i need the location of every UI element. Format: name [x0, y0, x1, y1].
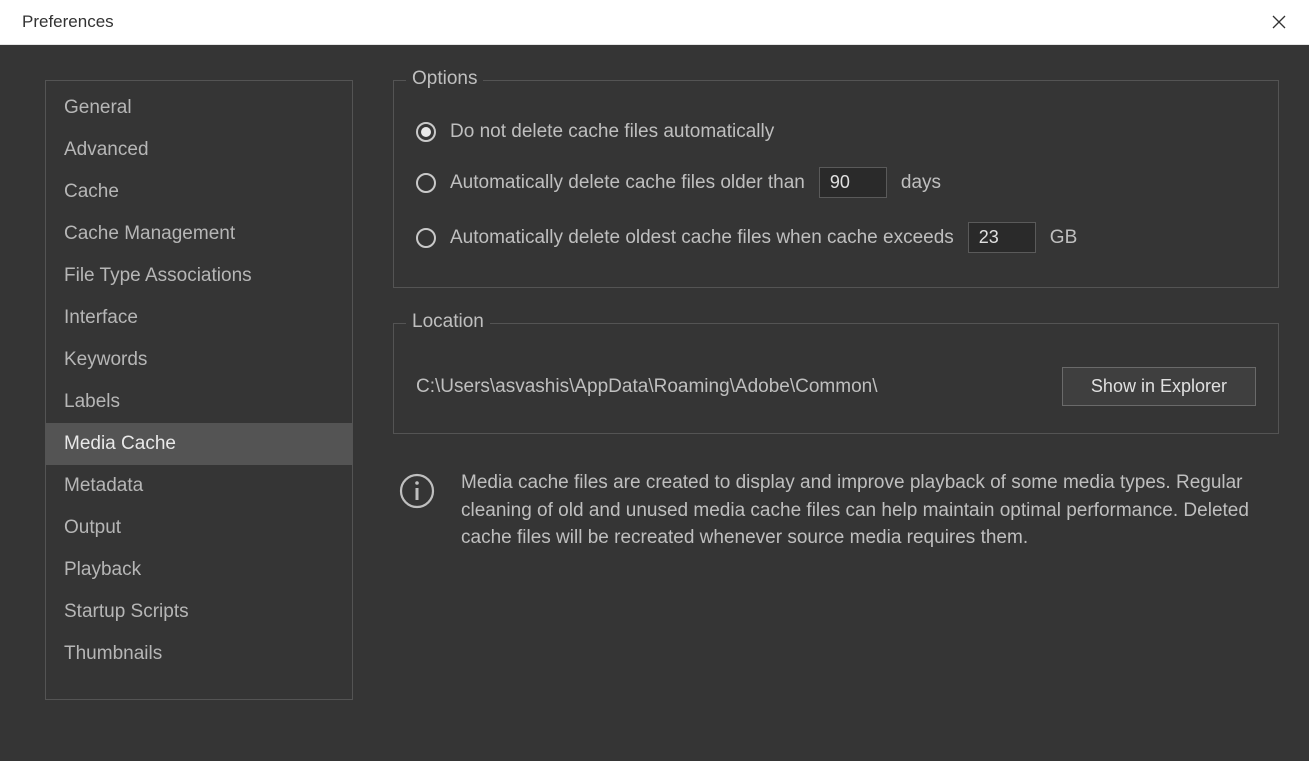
radio-do-not-delete[interactable]: [416, 122, 436, 142]
close-icon: [1272, 15, 1286, 29]
radio-delete-when-exceeds[interactable]: [416, 228, 436, 248]
sidebar-item-playback[interactable]: Playback: [46, 549, 352, 591]
sidebar-item-general[interactable]: General: [46, 87, 352, 129]
sidebar-item-cache[interactable]: Cache: [46, 171, 352, 213]
sidebar-item-cache-management[interactable]: Cache Management: [46, 213, 352, 255]
option-delete-when-exceeds: Automatically delete oldest cache files …: [416, 210, 1256, 265]
show-in-explorer-button[interactable]: Show in Explorer: [1062, 367, 1256, 406]
options-group: Options Do not delete cache files automa…: [393, 80, 1279, 288]
info-text: Media cache files are created to display…: [461, 469, 1273, 552]
location-row: C:\Users\asvashis\AppData\Roaming\Adobe\…: [416, 352, 1256, 411]
location-group-title: Location: [406, 311, 490, 333]
option-delete-older-than: Automatically delete cache files older t…: [416, 155, 1256, 210]
days-input[interactable]: [819, 167, 887, 198]
media-cache-panel: Options Do not delete cache files automa…: [393, 80, 1279, 731]
preferences-dialog: Preferences General Advanced Cache Cache…: [0, 0, 1309, 761]
sidebar-item-startup-scripts[interactable]: Startup Scripts: [46, 591, 352, 633]
option-label: Automatically delete oldest cache files …: [450, 227, 954, 249]
content-area: General Advanced Cache Cache Management …: [0, 45, 1309, 761]
sidebar-item-media-cache[interactable]: Media Cache: [46, 423, 352, 465]
option-do-not-delete: Do not delete cache files automatically: [416, 109, 1256, 155]
window-title: Preferences: [22, 12, 114, 32]
sidebar-item-file-type-associations[interactable]: File Type Associations: [46, 255, 352, 297]
close-button[interactable]: [1259, 2, 1299, 42]
days-unit: days: [901, 172, 941, 194]
sidebar-item-metadata[interactable]: Metadata: [46, 465, 352, 507]
radio-delete-older-than[interactable]: [416, 173, 436, 193]
gb-unit: GB: [1050, 227, 1077, 249]
info-section: Media cache files are created to display…: [393, 469, 1279, 552]
sidebar-item-labels[interactable]: Labels: [46, 381, 352, 423]
titlebar: Preferences: [0, 0, 1309, 45]
info-icon: [399, 473, 435, 509]
cache-location-path: C:\Users\asvashis\AppData\Roaming\Adobe\…: [416, 376, 877, 398]
preferences-sidebar: General Advanced Cache Cache Management …: [45, 80, 353, 700]
option-label: Automatically delete cache files older t…: [450, 172, 805, 194]
option-label: Do not delete cache files automatically: [450, 121, 774, 143]
gb-input[interactable]: [968, 222, 1036, 253]
sidebar-item-keywords[interactable]: Keywords: [46, 339, 352, 381]
options-group-title: Options: [406, 68, 483, 90]
location-group: Location C:\Users\asvashis\AppData\Roami…: [393, 323, 1279, 434]
sidebar-item-advanced[interactable]: Advanced: [46, 129, 352, 171]
sidebar-item-thumbnails[interactable]: Thumbnails: [46, 633, 352, 675]
sidebar-item-output[interactable]: Output: [46, 507, 352, 549]
sidebar-item-interface[interactable]: Interface: [46, 297, 352, 339]
